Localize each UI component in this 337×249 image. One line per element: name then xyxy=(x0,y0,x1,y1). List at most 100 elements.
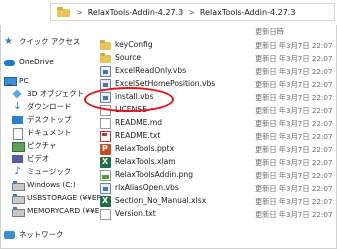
nav-item-label: クイック アクセス xyxy=(19,37,81,46)
vbs-icon xyxy=(100,66,111,77)
nav-item-label: PC xyxy=(19,76,29,85)
list-item-install-vbs[interactable]: install.vbs 更新日 年3月7日 22:07 xyxy=(96,91,336,104)
nav-item-label: デスクトップ xyxy=(27,115,72,124)
cloud-icon xyxy=(4,57,15,67)
file-date: 更新日 年3月7日 22:07 xyxy=(255,79,333,89)
folder-icon xyxy=(100,40,111,51)
column-header: 更新日時 xyxy=(96,25,336,39)
file-name: Version.txt xyxy=(115,209,156,218)
list-item[interactable]: RelaxTools.pptx 更新日 年3月7日 22:07 xyxy=(96,143,336,156)
nav-item-label: ミュージック xyxy=(27,167,72,176)
nav-item-downloads[interactable]: ↓ ダウンロード xyxy=(12,100,71,113)
file-date: 更新日 年3月7日 22:07 xyxy=(255,92,333,102)
video-icon xyxy=(12,154,23,164)
list-item[interactable]: Source 更新日 年3月7日 22:07 xyxy=(96,52,336,65)
file-date: 更新日 年3月7日 22:07 xyxy=(255,66,333,76)
nav-item-network[interactable]: ネットワーク xyxy=(4,228,63,241)
nav-item-label: ネットワーク xyxy=(19,230,64,239)
nav-item-music[interactable]: ♪ ミュージック xyxy=(12,165,71,178)
file-date: 更新日 年3月7日 22:07 xyxy=(255,170,333,180)
file-name: install.vbs xyxy=(115,92,154,101)
file-date: 更新日 年3月7日 22:07 xyxy=(255,40,333,50)
list-item[interactable]: README.txt 更新日 年3月7日 22:07 xyxy=(96,130,336,143)
nav-item-windows-c[interactable]: Windows (C:) xyxy=(12,178,76,191)
file-name: Source xyxy=(115,53,142,62)
picture-icon xyxy=(12,141,25,152)
nav-item-label: ダウンロード xyxy=(27,102,72,111)
file-date: 更新日 年3月7日 22:07 xyxy=(255,209,333,219)
network-icon xyxy=(4,230,15,240)
excel-icon xyxy=(100,157,111,168)
computer-icon xyxy=(4,76,17,86)
nav-item-documents[interactable]: ドキュメント xyxy=(12,126,72,140)
folder-icon xyxy=(57,7,71,17)
breadcrumb-separator: > xyxy=(76,7,83,17)
nav-item-label: OneDrive xyxy=(19,57,54,66)
drive-icon xyxy=(12,193,25,204)
file-name: ExcelSetHomePosition.vbs xyxy=(115,79,216,88)
nav-item-usbstorage[interactable]: USBSTORAGE (¥¥EP xyxy=(12,191,101,204)
list-item[interactable]: LICENSE 更新日 年3月7日 22:07 xyxy=(96,104,336,117)
file-date: 更新日 年3月7日 22:07 xyxy=(255,105,333,115)
vbs-icon xyxy=(100,79,111,90)
file-name: rlxAliasOpen.vbs xyxy=(115,183,179,192)
folder-icon xyxy=(100,53,111,64)
nav-item-quick-access[interactable]: ★ クイック アクセス xyxy=(4,35,80,48)
nav-item-onedrive[interactable]: OneDrive xyxy=(4,55,54,68)
list-item[interactable]: Version.txt 更新日 年3月7日 22:07 xyxy=(96,208,336,221)
star-icon: ★ xyxy=(4,35,13,47)
address-bar[interactable]: > RelaxTools-Addin-4.27.3 > RelaxTools-A… xyxy=(50,3,335,21)
nav-item-3d-objects[interactable]: 3D オブジェクト xyxy=(12,87,84,100)
list-item[interactable]: rlxAliasOpen.vbs 更新日 年3月7日 22:07 xyxy=(96,182,336,195)
column-header-date[interactable]: 更新日時 xyxy=(255,27,284,37)
list-item[interactable]: keyConfig 更新日 年3月7日 22:07 xyxy=(96,39,336,52)
breadcrumb-separator: > xyxy=(188,7,195,17)
list-item[interactable]: RelaxToolsAddin.png 更新日 年3月7日 22:07 xyxy=(96,169,336,182)
file-date: 更新日 年3月7日 22:07 xyxy=(255,144,333,154)
download-icon: ↓ xyxy=(13,100,22,112)
vbs-icon xyxy=(100,183,111,194)
nav-item-label: ビデオ xyxy=(27,154,50,163)
nav-item-label: USBSTORAGE (¥¥EP xyxy=(27,193,101,202)
drive-icon xyxy=(12,206,25,217)
document-icon xyxy=(100,118,111,129)
nav-item-memorycard[interactable]: MEMORYCARD (¥¥E xyxy=(12,204,99,217)
nav-item-desktop[interactable]: デスクトップ xyxy=(12,113,71,126)
file-name: README.md xyxy=(115,118,163,127)
list-item[interactable]: README.md 更新日 年3月7日 22:07 xyxy=(96,117,336,130)
vbs-icon xyxy=(100,92,111,103)
file-date: 更新日 年3月7日 22:07 xyxy=(255,183,333,193)
list-item[interactable]: ExcelSetHomePosition.vbs 更新日 年3月7日 22:07 xyxy=(96,78,336,91)
file-name: README.txt xyxy=(115,131,161,140)
desktop-icon xyxy=(12,115,23,125)
breadcrumb-item[interactable]: RelaxTools-Addin-4.27.3 xyxy=(88,8,184,17)
nav-item-label: MEMORYCARD (¥¥E xyxy=(27,206,100,215)
breadcrumb-item[interactable]: RelaxTools-Addin-4.27.3 xyxy=(200,8,296,17)
cube-icon xyxy=(12,89,23,99)
file-date: 更新日 年3月7日 22:07 xyxy=(255,157,333,167)
document-icon xyxy=(100,105,111,116)
image-icon xyxy=(100,170,111,181)
music-icon: ♪ xyxy=(14,165,21,177)
nav-item-pictures[interactable]: ピクチャ xyxy=(12,139,57,152)
file-name: RelaxTools.pptx xyxy=(115,144,175,153)
nav-item-label: ドキュメント xyxy=(27,128,72,137)
file-name: RelaxToolsAddin.png xyxy=(115,170,194,179)
list-item[interactable]: Section_No_Manual.xlsx 更新日 年3月7日 22:07 xyxy=(96,195,336,208)
navigation-pane: ★ クイック アクセス OneDrive PC 3D オブジェクト ↓ ダウンロ… xyxy=(0,25,101,249)
powerpoint-icon xyxy=(100,144,111,155)
nav-item-videos[interactable]: ビデオ xyxy=(12,152,49,165)
list-item[interactable]: RelaxTools.xlam 更新日 年3月7日 22:07 xyxy=(96,156,336,169)
nav-item-label: ピクチャ xyxy=(27,141,57,150)
nav-item-pc[interactable]: PC xyxy=(4,74,29,87)
file-name: ExcelReadOnly.vbs xyxy=(115,66,187,75)
file-date: 更新日 年3月7日 22:07 xyxy=(255,131,333,141)
list-item[interactable]: ExcelReadOnly.vbs 更新日 年3月7日 22:07 xyxy=(96,65,336,78)
excel-icon xyxy=(100,196,111,207)
document-icon xyxy=(100,209,111,220)
nav-item-label: Windows (C:) xyxy=(27,180,76,189)
file-date: 更新日 年3月7日 22:07 xyxy=(255,196,333,206)
drive-icon xyxy=(12,180,25,191)
document-icon xyxy=(100,131,111,142)
document-icon xyxy=(12,127,23,140)
